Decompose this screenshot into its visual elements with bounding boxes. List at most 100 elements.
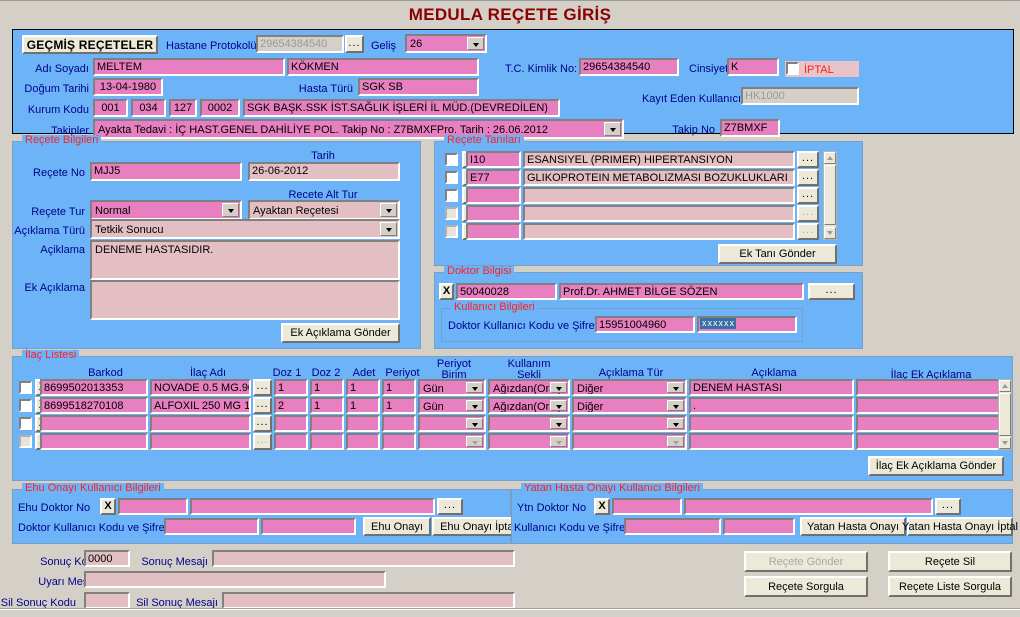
doctor-code-input[interactable]: 50040028 <box>456 283 557 300</box>
inpatient-doctor-no-input[interactable] <box>612 498 682 515</box>
chevron-down-icon[interactable] <box>466 400 483 411</box>
drug-row-4-browse-button[interactable]: ... <box>253 433 272 450</box>
drug-row-2-browse-button[interactable]: ... <box>253 397 272 414</box>
diagnosis-row-3-name[interactable] <box>523 187 795 204</box>
drug-row-3-desc-type-combo[interactable] <box>572 415 687 432</box>
send-extra-diagnosis-button[interactable]: Ek Tanı Gönder <box>718 244 837 264</box>
drug-row-4-count[interactable] <box>346 433 380 450</box>
arrival-combo[interactable]: 26 <box>405 34 487 53</box>
ehu-doctor-delete-button[interactable]: X <box>100 498 116 515</box>
diagnosis-row-2-checkbox[interactable] <box>445 171 458 184</box>
diagnosis-row-4-code[interactable] <box>466 205 521 222</box>
first-name-input[interactable]: MELTEM <box>93 58 285 76</box>
past-prescriptions-button[interactable]: GEÇMİŞ REÇETELER <box>22 35 158 54</box>
diagnosis-row-4-browse-button[interactable]: ... <box>797 205 819 222</box>
drug-row-3-period-unit-combo[interactable] <box>418 415 486 432</box>
drug-row-2-dose2[interactable]: 1 <box>310 397 344 414</box>
diagnosis-row-5-checkbox[interactable] <box>445 225 458 238</box>
drug-row-1-dose2[interactable]: 1 <box>310 379 344 396</box>
extra-desc-textarea[interactable] <box>90 280 400 320</box>
chevron-down-icon[interactable] <box>550 418 567 429</box>
drug-row-4-dose1[interactable] <box>274 433 308 450</box>
drug-row-1-desc[interactable]: DENEM HASTASI <box>689 379 854 396</box>
query-prescription-button[interactable]: Reçete Sorgula <box>744 576 868 597</box>
prescription-no-input[interactable]: MJJ5 <box>90 162 242 181</box>
drug-row-4-checkbox[interactable] <box>19 435 32 448</box>
chevron-down-icon[interactable] <box>550 382 567 393</box>
follow-no-input[interactable]: Z7BMXF <box>720 119 780 137</box>
drug-row-3-usage-combo[interactable] <box>488 415 570 432</box>
tc-input[interactable]: 29654384540 <box>579 58 679 76</box>
drug-row-4-extra-desc[interactable] <box>856 433 1004 450</box>
desc-textarea[interactable]: DENEME HASTASIDIR. <box>90 240 400 280</box>
prescription-date-input[interactable]: 26-06-2012 <box>248 162 400 181</box>
prescription-type-combo[interactable]: Normal <box>90 200 242 220</box>
chevron-down-icon[interactable] <box>466 382 483 393</box>
drug-row-2-name[interactable]: ALFOXIL 250 MG 1 <box>150 397 251 414</box>
drug-row-3-checkbox[interactable] <box>19 417 32 430</box>
drug-row-1-dose1[interactable]: 1 <box>274 379 308 396</box>
doctor-name-input[interactable]: Prof.Dr. AHMET BİLGE SÖZEN <box>559 283 804 300</box>
chevron-down-icon[interactable] <box>380 222 397 236</box>
diagnosis-row-3-code[interactable] <box>466 187 521 204</box>
inpatient-user-code-input[interactable] <box>624 518 721 535</box>
doctor-user-code-input[interactable]: 15951004960 <box>595 316 695 333</box>
chevron-down-icon[interactable] <box>667 382 684 393</box>
doctor-delete-button[interactable]: X <box>439 283 454 300</box>
delete-result-code-input[interactable] <box>84 592 130 609</box>
drug-list-scrollbar[interactable] <box>998 379 1012 450</box>
drug-row-1-count[interactable]: 1 <box>346 379 380 396</box>
diagnosis-row-2-browse-button[interactable]: ... <box>797 169 819 186</box>
drug-row-4-desc[interactable] <box>689 433 854 450</box>
hospital-protocol-input[interactable]: 29654384540 <box>256 35 344 53</box>
last-name-input[interactable]: KÖKMEN <box>287 58 479 76</box>
chevron-down-icon[interactable] <box>380 203 397 217</box>
chevron-down-icon[interactable] <box>667 436 684 447</box>
send-extra-desc-button[interactable]: Ek Açıklama Gönder <box>281 323 400 343</box>
drug-row-2-period[interactable]: 1 <box>382 397 416 414</box>
ehu-doctor-no-input[interactable] <box>118 498 188 515</box>
drug-row-1-period-unit-combo[interactable]: Gün <box>418 379 486 396</box>
drug-row-4-desc-type-combo[interactable] <box>572 433 687 450</box>
diagnosis-row-1-code[interactable]: I10 <box>466 151 521 168</box>
drug-row-2-desc[interactable]: . <box>689 397 854 414</box>
inpatient-password-input[interactable] <box>723 518 795 535</box>
institution-name-input[interactable]: SGK BAŞK.SSK İST.SAĞLIK İŞLERİ İL MÜD.(D… <box>243 99 560 117</box>
drug-row-4-period[interactable] <box>382 433 416 450</box>
patient-type-input[interactable]: SGK SB <box>358 78 479 96</box>
result-message-input[interactable] <box>212 550 515 567</box>
drug-row-2-period-unit-combo[interactable]: Gün <box>418 397 486 414</box>
drug-row-3-period[interactable] <box>382 415 416 432</box>
drug-row-4-usage-combo[interactable] <box>488 433 570 450</box>
registering-user-input[interactable]: HK1000 <box>741 87 859 105</box>
drug-row-1-barcode[interactable]: 8699502013353 <box>40 379 148 396</box>
drug-row-3-dose2[interactable] <box>310 415 344 432</box>
drug-row-2-usage-combo[interactable]: Ağızdan(Oral) <box>488 397 570 414</box>
doctor-browse-button[interactable]: ... <box>808 283 855 300</box>
ehu-user-code-input[interactable] <box>164 518 259 535</box>
send-prescription-button[interactable]: Reçete Gönder <box>744 551 868 572</box>
drug-row-3-desc[interactable] <box>689 415 854 432</box>
diagnosis-row-4-name[interactable] <box>523 205 795 222</box>
diagnosis-row-3-checkbox[interactable] <box>445 189 458 202</box>
drug-row-1-usage-combo[interactable]: Ağızdan(Oral) <box>488 379 570 396</box>
diagnosis-row-1-browse-button[interactable]: ... <box>797 151 819 168</box>
institution-code-2[interactable]: 034 <box>131 99 166 117</box>
diagnosis-row-1-checkbox[interactable] <box>445 153 458 166</box>
drug-row-2-count[interactable]: 1 <box>346 397 380 414</box>
follow-ups-combo[interactable]: Ayakta Tedavi : İÇ HAST.GENEL DAHİLİYE P… <box>93 119 624 139</box>
diagnosis-row-3-browse-button[interactable]: ... <box>797 187 819 204</box>
chevron-down-icon[interactable] <box>466 418 483 429</box>
delete-prescription-button[interactable]: Reçete Sil <box>888 551 1012 572</box>
drug-row-2-extra-desc[interactable] <box>856 397 1004 414</box>
institution-code-3[interactable]: 127 <box>169 99 197 117</box>
chevron-down-icon[interactable] <box>667 418 684 429</box>
scroll-down-icon[interactable] <box>824 227 836 239</box>
drug-row-3-count[interactable] <box>346 415 380 432</box>
ehu-doctor-browse-button[interactable]: ... <box>437 498 463 515</box>
diagnosis-row-5-name[interactable] <box>523 223 795 240</box>
diagnosis-row-2-code[interactable]: E77 <box>466 169 521 186</box>
diagnosis-row-2-name[interactable]: GLIKOPROTEIN METABOLIZMASI BOZUKLUKLARI <box>523 169 795 186</box>
ehu-approve-button[interactable]: Ehu Onayı <box>363 517 431 536</box>
scroll-up-icon[interactable] <box>824 152 836 164</box>
